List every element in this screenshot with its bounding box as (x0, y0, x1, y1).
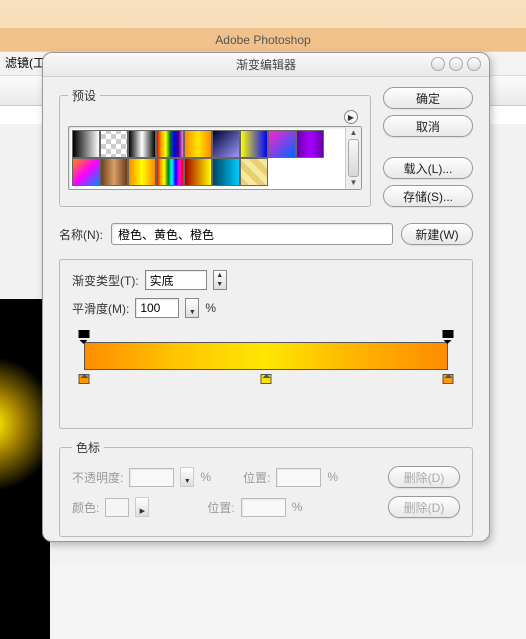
preset-swatch[interactable] (128, 130, 156, 158)
color-picker-button: ▶ (135, 497, 149, 517)
scrollbar[interactable]: ▲ ▼ (345, 127, 361, 189)
opacity-pct: % (200, 470, 211, 484)
name-input[interactable] (111, 223, 393, 245)
color-pos-pct: % (292, 500, 303, 514)
opacity-input (129, 468, 174, 487)
load-button[interactable]: 载入(L)... (383, 157, 473, 179)
cancel-button[interactable]: 取消 (383, 115, 473, 137)
scroll-down-icon[interactable]: ▼ (346, 177, 361, 189)
preset-swatch[interactable] (184, 158, 212, 186)
preset-swatch[interactable] (100, 158, 128, 186)
preset-swatch[interactable] (212, 158, 240, 186)
color-swatch (105, 498, 129, 517)
preset-swatch[interactable] (268, 130, 296, 158)
opacity-pos-label: 位置: (243, 469, 270, 486)
dialog-titlebar[interactable]: 渐变编辑器 (43, 53, 489, 77)
maximize-icon[interactable] (449, 57, 463, 71)
delete-color-button: 删除(D) (388, 496, 460, 518)
smoothness-label: 平滑度(M): (72, 300, 129, 317)
scroll-thumb[interactable] (348, 139, 359, 177)
smoothness-stepper[interactable]: ▼ (185, 298, 199, 318)
color-pos-input (241, 498, 286, 517)
preset-swatch[interactable] (296, 130, 324, 158)
gradient-type-stepper[interactable]: ▲▼ (213, 270, 227, 290)
stops-group: 色标 不透明度: ▼ % 位置: % 删除(D) 颜色: ▶ 位置: % (59, 439, 473, 537)
preset-swatch[interactable] (240, 158, 268, 186)
opacity-pos-pct: % (327, 470, 338, 484)
minimize-icon[interactable] (431, 57, 445, 71)
color-field-label: 颜色: (72, 499, 99, 516)
delete-opacity-button: 删除(D) (388, 466, 460, 488)
preset-swatch[interactable] (72, 158, 100, 186)
color-stop-left[interactable] (79, 374, 90, 388)
opacity-stepper: ▼ (180, 467, 194, 487)
presets-group: 预设 ▶ ▲ ▼ (59, 87, 371, 207)
ok-button[interactable]: 确定 (383, 87, 473, 109)
app-titlebar: Adobe Photoshop (0, 28, 526, 52)
stops-label: 色标 (72, 439, 104, 456)
preset-swatch[interactable] (128, 158, 156, 186)
save-button[interactable]: 存储(S)... (383, 185, 473, 207)
presets-grid (69, 127, 345, 189)
presets-menu-icon[interactable]: ▶ (344, 110, 358, 124)
opacity-pos-input (276, 468, 321, 487)
preset-swatch[interactable] (156, 130, 184, 158)
gradient-preview-bar[interactable] (84, 342, 448, 370)
gradient-editor-dialog: 渐变编辑器 预设 ▶ ▲ ▼ (42, 52, 490, 542)
gradient-bar-editor[interactable] (72, 330, 460, 388)
gradient-type-label: 渐变类型(T): (72, 272, 139, 289)
preset-swatch[interactable] (100, 130, 128, 158)
preset-swatch[interactable] (240, 130, 268, 158)
preset-swatch[interactable] (212, 130, 240, 158)
opacity-field-label: 不透明度: (72, 469, 123, 486)
close-icon[interactable] (467, 57, 481, 71)
opacity-stop-right[interactable] (443, 330, 454, 344)
new-button[interactable]: 新建(W) (401, 223, 473, 245)
preset-swatch[interactable] (184, 130, 212, 158)
opacity-stop-left[interactable] (79, 330, 90, 344)
preset-swatch[interactable] (156, 158, 184, 186)
gradient-type-select[interactable] (145, 270, 207, 290)
color-stop-right[interactable] (443, 374, 454, 388)
name-label: 名称(N): (59, 226, 103, 243)
gradient-settings-group: 渐变类型(T): ▲▼ 平滑度(M): ▼ % (59, 259, 473, 429)
preset-swatch[interactable] (72, 130, 100, 158)
smoothness-input[interactable] (135, 298, 179, 318)
percent-label: % (205, 301, 216, 315)
dialog-title-text: 渐变编辑器 (236, 58, 296, 72)
color-pos-label: 位置: (207, 499, 234, 516)
presets-label: 预设 (68, 87, 100, 104)
color-stop-mid[interactable] (261, 374, 272, 388)
scroll-up-icon[interactable]: ▲ (346, 127, 361, 139)
